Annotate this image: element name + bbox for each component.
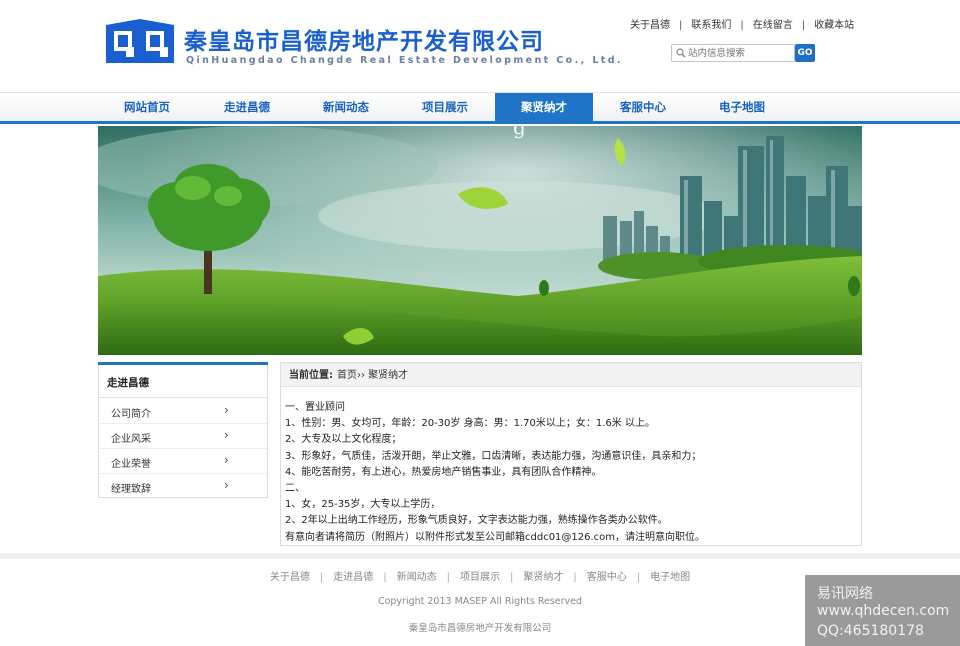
sidebar-accent [98,362,268,365]
content-line: 1、性别：男、女均可，年龄：20-30岁 身高：男：1.70米以上；女：1.6米… [285,418,655,430]
content-line: 二、 [285,482,305,494]
sidebar-item-speech[interactable]: 经理致辞 › [99,474,267,499]
footer-link-service[interactable]: 客服中心 [587,572,627,583]
banner-landscape-image: g [98,126,862,355]
chevron-right-icon: › [224,453,229,467]
nav-item-home[interactable]: 网站首页 [98,93,196,121]
content-line: 1、女，25-35岁，大专以上学历， [285,499,441,511]
chevron-right-icon: › [224,403,229,417]
divider: | [383,572,387,583]
main-content: 当前位置: 首页›› 聚贤纳才 一、置业顾问 1、性别：男、女均可，年龄：20-3… [280,362,862,546]
search-input[interactable] [688,46,792,60]
divider: | [740,20,744,31]
hero-banner: g [98,126,862,355]
header: 秦皇岛市昌德房地产开发有限公司 QinHuangdao Changde Real… [0,0,960,92]
nav-underline [0,121,960,124]
footer-link-projects[interactable]: 项目展示 [460,572,500,583]
job-description: 一、置业顾问 1、性别：男、女均可，年龄：20-30岁 身高：男：1.70米以上… [285,400,859,546]
divider [99,397,267,398]
logo-emblem-icon [106,19,174,63]
nav-item-about[interactable]: 走进昌德 [198,93,296,121]
footer-link-news[interactable]: 新闻动态 [397,572,437,583]
breadcrumb-path[interactable]: 首页›› 聚贤纳才 [337,370,408,381]
sidebar-item-label: 公司简介 [111,409,151,420]
footer-link-intro[interactable]: 走进昌德 [333,572,373,583]
content-line: 3、形象好，气质佳，活泼开朗，举止文雅，口齿清晰，表达能力强，沟通意识佳，具亲和… [285,450,702,462]
watermark-line: QQ:465180178 [817,623,924,639]
top-link-about[interactable]: 关于昌德 [630,16,670,31]
content-line: 2、2年以上出纳工作经历，形象气质良好，文字表达能力强，熟练操作各类办公软件。 [285,515,668,527]
nav-item-careers[interactable]: 聚贤纳才 [495,93,593,124]
divider: | [801,20,806,31]
nav-item-news[interactable]: 新闻动态 [297,93,395,121]
search-icon [676,48,686,58]
watermark-overlay: 易讯网络 www.qhdecen.com QQ:465180178 [805,575,960,646]
content-line: 有意向者请将简历（附照片）以附件形式发至公司邮箱cddc01@126.com，请… [285,531,706,543]
top-link-message[interactable]: 在线留言 [753,16,793,31]
chevron-right-icon: › [224,428,229,442]
breadcrumb: 当前位置: 首页›› 聚贤纳才 [281,363,861,387]
watermark-line: www.qhdecen.com [817,603,950,619]
top-links: 关于昌德 | 联系我们 | 在线留言 | 收藏本站 [630,16,870,31]
search-bar: GO [671,44,817,62]
footer-link-about[interactable]: 关于昌德 [270,572,310,583]
top-link-bookmark[interactable]: 收藏本站 [814,16,854,31]
company-logo[interactable]: 秦皇岛市昌德房地产开发有限公司 QinHuangdao Changde Real… [104,17,621,69]
logo-english-name: QinHuangdao Changde Real Estate Developm… [186,55,623,66]
content-line: 一、置业顾问 [285,402,345,413]
divider: | [510,572,514,583]
divider: | [446,572,450,583]
sidebar-item-label: 企业风采 [111,434,151,445]
main-nav: 网站首页 走进昌德 新闻动态 项目展示 聚贤纳才 客服中心 电子地图 [0,92,960,124]
sidebar-item-label: 企业荣誉 [111,459,151,470]
sidebar-item-style[interactable]: 企业风采 › [99,424,267,449]
watermark-line: 易讯网络 [817,586,873,602]
divider: | [319,572,324,583]
nav-item-service[interactable]: 客服中心 [594,93,692,121]
divider: | [679,20,683,31]
top-link-contact[interactable]: 联系我们 [691,16,731,31]
chevron-right-icon: › [224,478,229,492]
search-box [671,44,795,62]
divider: | [573,572,577,583]
content-line: 2、大专及以上文化程度； [285,434,402,446]
sidebar-item-label: 经理致辞 [111,484,151,495]
search-go-button[interactable]: GO [795,44,815,62]
sidebar-title: 走进昌德 [107,377,149,389]
footer-link-careers[interactable]: 聚贤纳才 [523,572,563,583]
divider: | [636,572,641,583]
nav-item-map[interactable]: 电子地图 [693,93,791,121]
sidebar-item-honors[interactable]: 企业荣誉 › [99,449,267,474]
nav-item-projects[interactable]: 项目展示 [396,93,494,121]
sidebar-item-profile[interactable]: 公司简介 › [99,399,267,424]
svg-text:g: g [513,126,526,139]
breadcrumb-label: 当前位置: [289,370,333,381]
logo-chinese-name: 秦皇岛市昌德房地产开发有限公司 [184,29,544,55]
content-line: 4、能吃苦耐劳，有上进心，热爱房地产销售事业，具有团队合作精神。 [285,466,602,478]
footer-link-map[interactable]: 电子地图 [650,572,690,583]
sidebar: 走进昌德 公司简介 › 企业风采 › 企业荣誉 › 经理致辞 › [98,362,268,498]
